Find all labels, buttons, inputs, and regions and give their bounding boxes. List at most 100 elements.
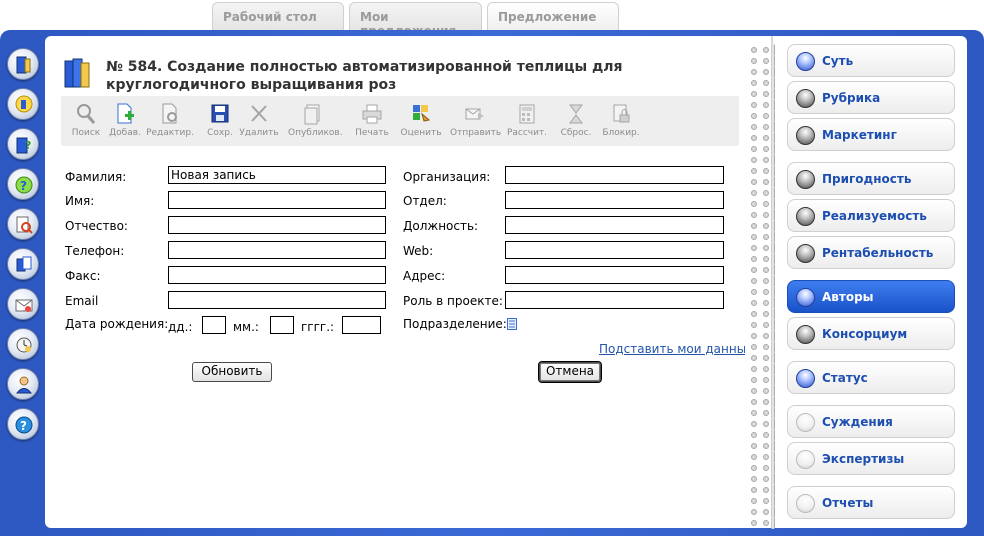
nav-indicator-icon [796, 325, 815, 344]
nav-item-status[interactable]: Статус [787, 361, 955, 394]
lightbulb-icon[interactable] [7, 88, 39, 120]
edit-label: Редактир. [146, 128, 194, 138]
email-field[interactable] [168, 291, 386, 309]
web-field[interactable] [505, 241, 724, 259]
role-field[interactable] [505, 291, 724, 309]
ring-hole [751, 201, 757, 207]
nav-item-reports[interactable]: Отчеты [787, 486, 955, 519]
nav-item-authors[interactable]: Авторы [787, 280, 955, 313]
ring-hole [751, 388, 757, 394]
address-field[interactable] [505, 266, 724, 284]
copy-documents-icon[interactable] [7, 248, 39, 280]
nav-label: Отчеты [822, 496, 874, 510]
fax-field[interactable] [168, 266, 386, 284]
help-chat-icon[interactable]: ? [7, 168, 39, 200]
ring-hole [763, 223, 769, 229]
birth-month-field[interactable] [270, 316, 294, 334]
help-icon[interactable]: ? [7, 408, 39, 440]
book-question-icon[interactable]: ? [7, 128, 39, 160]
ring-hole [763, 102, 769, 108]
dept-field[interactable] [505, 191, 724, 209]
document-search-icon[interactable] [7, 208, 39, 240]
ring-hole [751, 454, 757, 460]
ring-hole [751, 267, 757, 273]
rate-button[interactable]: Оценить [396, 102, 446, 138]
nav-indicator-icon [796, 369, 815, 388]
first-name-field[interactable] [168, 191, 386, 209]
ring-hole [751, 476, 757, 482]
phone-field[interactable] [168, 241, 386, 259]
send-button[interactable]: Отправить [450, 102, 502, 138]
nav-item-consortium[interactable]: Консорциум [787, 317, 955, 350]
last-name-label: Фамилия: [65, 170, 127, 184]
fill-my-data-link[interactable]: Подставить мои данные [599, 342, 754, 356]
ring-hole [751, 322, 757, 328]
nav-item-marketing[interactable]: Маркетинг [787, 118, 955, 151]
ring-hole [751, 278, 757, 284]
nav-indicator-icon [796, 207, 815, 226]
update-button[interactable]: Обновить [192, 362, 272, 382]
edit-button[interactable]: Редактир. [145, 102, 195, 138]
org-field[interactable] [505, 166, 724, 184]
ring-hole [763, 190, 769, 196]
ring-hole [751, 432, 757, 438]
mail-icon[interactable] [7, 288, 39, 320]
ring-hole [763, 47, 769, 53]
send-label: Отправить [450, 128, 502, 138]
cancel-button[interactable]: Отмена [538, 361, 602, 383]
delete-button[interactable]: Удалить [234, 102, 284, 138]
publish-icon [304, 104, 320, 125]
ring-hole [751, 212, 757, 218]
last-name-field[interactable]: Новая запись [168, 166, 386, 184]
birth-day-field[interactable] [202, 316, 226, 334]
nav-label: Пригодность [822, 172, 912, 186]
rate-label: Оценить [400, 128, 442, 138]
ring-hole [763, 91, 769, 97]
reset-button[interactable]: Сброс. [551, 102, 601, 138]
clock-icon[interactable] [7, 328, 39, 360]
position-field[interactable] [505, 216, 724, 234]
ring-hole [763, 69, 769, 75]
nav-item-judgments[interactable]: Суждения [787, 405, 955, 438]
ring-wire [771, 517, 775, 529]
block-button[interactable]: Блокир. [596, 102, 646, 138]
birth-year-field[interactable] [342, 316, 381, 334]
nav-label: Маркетинг [822, 128, 897, 142]
ring-hole [751, 69, 757, 75]
nav-indicator-icon [796, 52, 815, 71]
ring-hole [763, 201, 769, 207]
nav-indicator-icon [796, 89, 815, 108]
publish-button[interactable]: Опубликов. [288, 102, 343, 138]
svg-text:?: ? [20, 179, 27, 193]
calc-button[interactable]: Рассчит. [502, 102, 552, 138]
nav-item-essence[interactable]: Суть [787, 44, 955, 77]
middle-name-field[interactable] [168, 216, 386, 234]
ring-hole [751, 487, 757, 493]
add-button[interactable]: Добав. [100, 102, 150, 138]
block-label: Блокир. [602, 128, 640, 138]
nav-item-rubric[interactable]: Рубрика [787, 81, 955, 114]
ring-hole [751, 289, 757, 295]
list-document-icon[interactable] [507, 318, 517, 330]
nav-item-profitability[interactable]: Рентабельность [787, 236, 955, 269]
user-icon[interactable] [7, 368, 39, 400]
ring-hole [763, 157, 769, 163]
calculator-icon [519, 104, 535, 124]
ring-hole [763, 443, 769, 449]
ring-hole [763, 80, 769, 86]
ring-hole [763, 476, 769, 482]
ring-hole [751, 58, 757, 64]
nav-item-expertise[interactable]: Экспертизы [787, 442, 955, 475]
ring-hole [751, 509, 757, 515]
nav-item-suitability[interactable]: Пригодность [787, 162, 955, 195]
email-label: Email [65, 294, 99, 308]
edit-document-icon [162, 103, 177, 124]
ring-hole [751, 355, 757, 361]
ring-hole [763, 388, 769, 394]
dept-label: Отдел: [403, 194, 447, 208]
book-icon[interactable] [7, 48, 39, 80]
phone-label: Телефон: [65, 244, 125, 258]
print-button[interactable]: Печать [347, 102, 397, 138]
nav-item-feasibility[interactable]: Реализуемость [787, 199, 955, 232]
ring-hole [763, 245, 769, 251]
